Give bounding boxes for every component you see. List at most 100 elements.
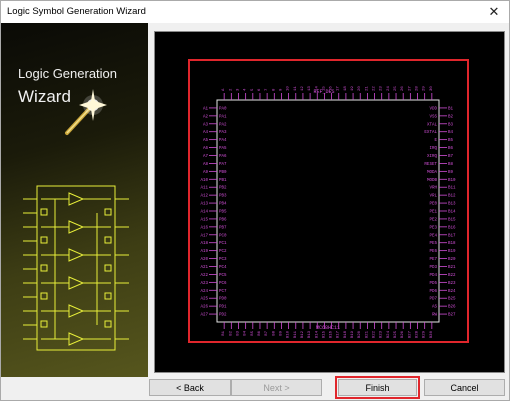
pin-label: EXTAL	[424, 131, 437, 135]
pin-label: IRQ	[429, 147, 437, 151]
pin-number: 6	[258, 88, 262, 91]
pin-number: A21	[200, 266, 208, 270]
pin-label: PC7	[219, 290, 227, 294]
pin-label: PD0	[219, 298, 227, 302]
pin-number: B11	[294, 330, 298, 338]
back-button[interactable]: < Back	[149, 379, 231, 396]
pin-label: PA0	[219, 107, 227, 111]
pin-label: VDD	[429, 107, 437, 111]
pin-number: B18	[344, 330, 348, 338]
pin-number: A23	[200, 282, 208, 286]
pin-number: B16	[330, 330, 334, 338]
pin-label: E	[434, 139, 437, 143]
pin-number: B23	[448, 282, 456, 286]
next-button[interactable]: Next >	[231, 379, 322, 396]
pin-number: 22	[373, 86, 377, 91]
pin-number: B26	[401, 330, 405, 338]
pin-number: A16	[200, 226, 208, 230]
pin-number: A7	[203, 155, 209, 159]
pin-number: A11	[200, 187, 208, 191]
pin-number: A1	[203, 107, 209, 111]
pin-number: A26	[200, 306, 208, 310]
pin-label: VRH	[429, 187, 437, 191]
pin-number: A19	[200, 250, 208, 254]
pin-number: 23	[380, 86, 384, 91]
pin-number: B2	[229, 330, 233, 335]
pin-number: 21	[365, 86, 369, 91]
pin-label: PB0	[219, 171, 227, 175]
pin-number: B18	[448, 242, 456, 246]
pin-number: B5	[448, 139, 454, 143]
pin-number: B25	[448, 298, 456, 302]
pin-number: B21	[448, 266, 456, 270]
pin-number: B1	[448, 107, 454, 111]
pin-label: VSS	[429, 115, 437, 119]
pin-number: B8	[272, 330, 276, 335]
pin-label: PC3	[219, 258, 227, 262]
pin-label: PD6	[429, 290, 437, 294]
pin-number: B17	[448, 234, 456, 238]
pin-number: B14	[315, 330, 319, 338]
pin-number: B13	[308, 330, 312, 338]
pin-number: B11	[448, 187, 456, 191]
pin-number: 30	[430, 86, 434, 91]
pin-label: PE6	[429, 250, 437, 254]
pin-number: B28	[416, 330, 420, 338]
pin-number: A22	[200, 274, 208, 278]
pin-label: MODB	[427, 179, 438, 183]
pin-number: 18	[344, 86, 348, 91]
pin-number: B7	[265, 330, 269, 335]
pin-label: MODA	[427, 171, 438, 175]
pin-number: 10	[287, 86, 291, 91]
pin-number: A	[222, 88, 226, 91]
cancel-button[interactable]: Cancel	[424, 379, 505, 396]
pin-number: B23	[380, 330, 384, 338]
pin-label: PD4	[429, 274, 437, 278]
close-icon[interactable]: ✕	[479, 1, 509, 23]
pin-label: PB2	[219, 187, 227, 191]
pin-number: B22	[373, 330, 377, 338]
pin-number: 5	[251, 88, 255, 91]
ref-des-label: REF_DES	[313, 89, 334, 95]
pin-number: B15	[448, 218, 456, 222]
pin-number: B20	[358, 330, 362, 338]
pin-label: PA4	[219, 139, 227, 143]
pin-label: XIRQ	[427, 155, 438, 159]
pin-number: A10	[200, 179, 208, 183]
pin-number: A8	[203, 163, 209, 167]
wizard-window: Logic Symbol Generation Wizard ✕ Logic G…	[0, 0, 510, 401]
pin-number: B12	[301, 330, 305, 338]
pin-label: PA3	[219, 131, 227, 135]
pin-number: 12	[301, 86, 305, 91]
logic-schematic-illustration	[23, 185, 129, 351]
pin-number: B3	[448, 123, 454, 127]
pin-number: 19	[351, 86, 355, 91]
pin-number: A20	[200, 258, 208, 262]
pin-number: A17	[200, 234, 208, 238]
selection-frame	[188, 59, 469, 343]
pin-label: PC6	[219, 282, 227, 286]
pin-label: PC5	[219, 274, 227, 278]
pin-label: PA1	[219, 115, 227, 119]
pin-number: B20	[448, 258, 456, 262]
pin-number: A5	[203, 139, 209, 143]
pin-number: B12	[448, 195, 456, 199]
pin-label: RW	[432, 314, 438, 318]
pin-number: B10	[448, 179, 456, 183]
pin-number: B14	[448, 211, 456, 215]
pin-label: PD7	[429, 298, 437, 302]
pin-label: PB1	[219, 179, 227, 183]
pin-label: PE0	[429, 203, 437, 207]
pin-number: B3	[236, 330, 240, 335]
pin-number: A15	[200, 218, 208, 222]
pin-number: A14	[200, 211, 208, 215]
pin-number: 27	[408, 86, 412, 91]
pin-label: PA2	[219, 123, 227, 127]
pin-label: PA5	[219, 147, 227, 151]
banner-title-line1: Logic Generation	[18, 66, 118, 81]
pin-label: PA7	[219, 163, 227, 167]
pin-number: B19	[448, 250, 456, 254]
pin-number: A4	[203, 131, 209, 135]
pin-number: B6	[258, 330, 262, 335]
title-bar: Logic Symbol Generation Wizard ✕	[1, 1, 509, 23]
